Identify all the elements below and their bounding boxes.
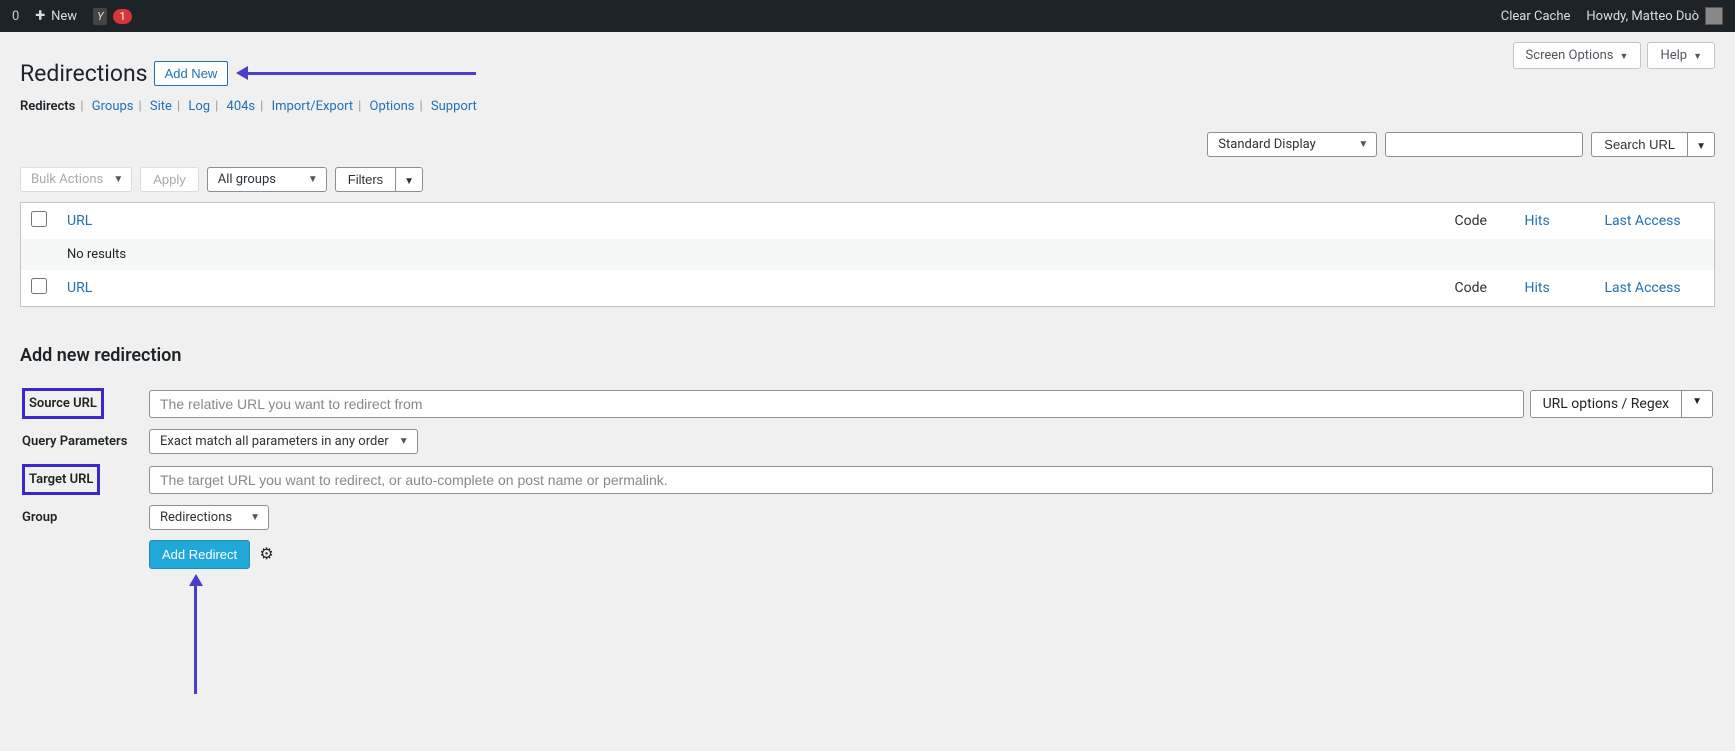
apply-button[interactable]: Apply — [140, 167, 199, 192]
query-params-label: Query Parameters — [22, 434, 127, 449]
howdy-link[interactable]: Howdy, Matteo Duò — [1586, 7, 1723, 25]
target-url-input[interactable] — [149, 466, 1713, 494]
target-url-label: Target URL — [29, 472, 93, 487]
yoast-link[interactable]: Y1 — [93, 8, 132, 25]
page-heading: Redirections Add New — [20, 60, 1715, 87]
source-url-label: Source URL — [29, 396, 97, 411]
select-all-checkbox[interactable] — [31, 211, 47, 227]
screen-options-tab[interactable]: Screen Options▼ — [1513, 42, 1642, 69]
col-url[interactable]: URL — [67, 213, 92, 229]
chevron-down-icon: ▼ — [250, 512, 260, 523]
select-all-checkbox-footer[interactable] — [31, 278, 47, 294]
chevron-down-icon: ▼ — [308, 174, 318, 185]
filters-button[interactable]: Filters — [335, 167, 395, 192]
query-params-select[interactable]: Exact match all parameters in any order … — [149, 429, 418, 454]
bulk-actions-select[interactable]: Bulk Actions ▼ — [20, 167, 132, 192]
annotation-box: Source URL — [22, 388, 104, 419]
avatar — [1705, 7, 1723, 25]
redirects-table: URL Code Hits Last Access No results URL… — [20, 202, 1715, 307]
display-mode-select[interactable]: Standard Display ▼ — [1207, 132, 1377, 157]
annotation-box: Target URL — [22, 464, 100, 495]
col-hits[interactable]: Hits — [1525, 213, 1550, 229]
subnav-support[interactable]: Support — [431, 99, 477, 114]
annotation-arrow — [246, 72, 476, 75]
col-url-footer[interactable]: URL — [67, 280, 92, 296]
subnav-import-export[interactable]: Import/Export — [272, 99, 354, 114]
add-redirection-form: Source URL URL options / Regex ▼ Query P… — [20, 382, 1715, 575]
group-label: Group — [22, 510, 57, 525]
subnav-redirects[interactable]: Redirects — [20, 99, 75, 114]
notification-badge: 1 — [113, 9, 131, 24]
yoast-icon: Y — [93, 8, 107, 25]
col-last-access[interactable]: Last Access — [1605, 213, 1681, 229]
clear-cache-link[interactable]: Clear Cache — [1501, 9, 1571, 24]
chevron-down-icon: ▼ — [404, 176, 414, 187]
page-title: Redirections — [20, 60, 148, 87]
groups-select[interactable]: All groups ▼ — [207, 167, 327, 192]
subnav-site[interactable]: Site — [150, 99, 172, 114]
url-options-select[interactable]: URL options / Regex ▼ — [1530, 390, 1713, 418]
add-new-button[interactable]: Add New — [154, 61, 229, 86]
sub-navigation: Redirects| Groups| Site| Log| 404s| Impo… — [20, 99, 1715, 114]
group-select[interactable]: Redirections ▼ — [149, 505, 269, 530]
subnav-options[interactable]: Options — [370, 99, 415, 114]
chevron-down-icon: ▼ — [113, 174, 123, 185]
add-redirect-button[interactable]: Add Redirect — [149, 540, 250, 569]
chevron-down-icon: ▼ — [1358, 139, 1368, 150]
no-results-cell: No results — [57, 239, 1715, 270]
search-url-button[interactable]: Search URL — [1591, 132, 1687, 157]
chevron-down-icon: ▼ — [1693, 52, 1702, 62]
add-redirection-heading: Add new redirection — [20, 345, 1715, 366]
admin-bar-marker: 0 — [12, 9, 19, 24]
filters-dropdown[interactable]: ▼ — [395, 167, 423, 192]
chevron-down-icon: ▼ — [1682, 391, 1712, 417]
chevron-down-icon: ▼ — [1696, 141, 1706, 152]
search-input[interactable] — [1385, 132, 1583, 157]
admin-bar: 0 +New Y1 Clear Cache Howdy, Matteo Duò — [0, 0, 1735, 32]
col-code-footer: Code — [1445, 270, 1515, 307]
new-content-link[interactable]: +New — [35, 7, 77, 25]
annotation-arrow-vertical — [194, 584, 197, 694]
plus-icon: + — [35, 7, 45, 25]
col-hits-footer[interactable]: Hits — [1525, 280, 1550, 296]
help-tab[interactable]: Help▼ — [1647, 42, 1715, 69]
gear-icon[interactable]: ⚙ — [259, 544, 273, 563]
subnav-404s[interactable]: 404s — [227, 99, 256, 114]
chevron-down-icon: ▼ — [1620, 52, 1629, 62]
table-row-empty: No results — [21, 239, 1715, 270]
source-url-input[interactable] — [149, 390, 1524, 418]
chevron-down-icon: ▼ — [399, 436, 409, 447]
col-last-access-footer[interactable]: Last Access — [1605, 280, 1681, 296]
col-code: Code — [1445, 203, 1515, 240]
subnav-groups[interactable]: Groups — [92, 99, 134, 114]
subnav-log[interactable]: Log — [188, 99, 210, 114]
search-url-dropdown[interactable]: ▼ — [1687, 132, 1715, 157]
